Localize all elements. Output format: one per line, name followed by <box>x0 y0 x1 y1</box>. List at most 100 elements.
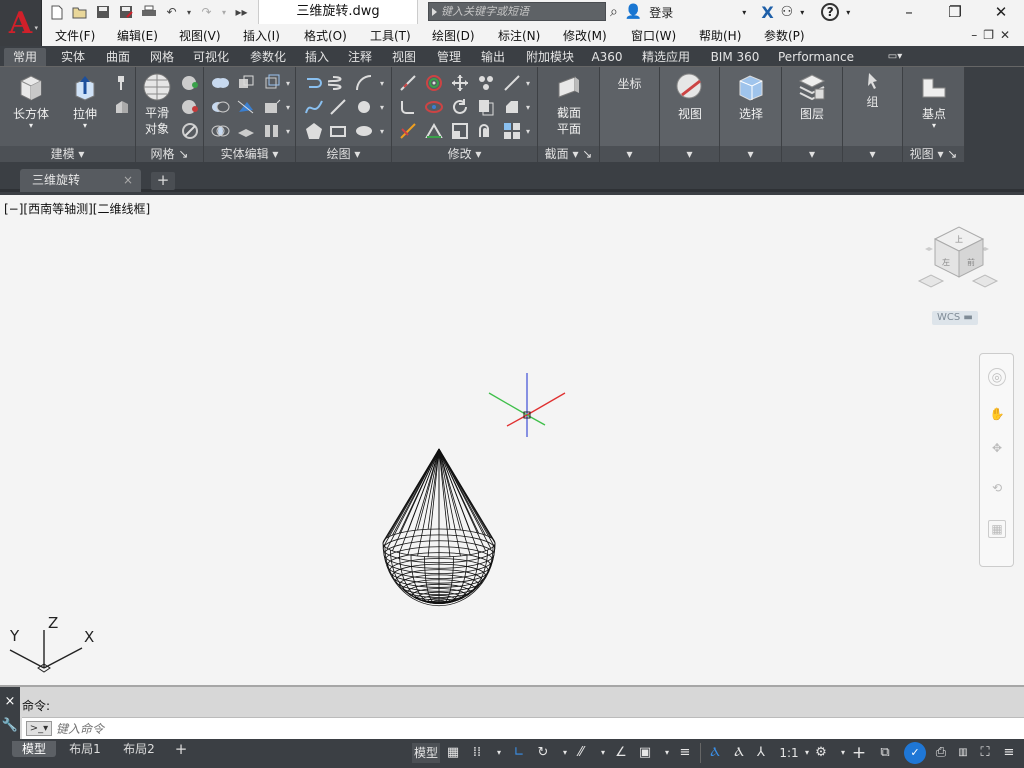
copy-icon[interactable] <box>476 97 496 117</box>
rotate-icon[interactable] <box>450 97 470 117</box>
intersect-icon[interactable] <box>210 121 230 141</box>
workspace-gear-icon[interactable]: ⚙ <box>812 743 830 763</box>
polysolid-icon[interactable] <box>112 97 132 117</box>
exchange-apps-icon[interactable]: X <box>761 3 773 22</box>
union-icon[interactable] <box>210 73 230 93</box>
snap-dropdown-icon[interactable]: ▾ <box>490 743 508 763</box>
wcs-menu[interactable]: WCS ▬ <box>932 311 978 325</box>
tab-visualize[interactable]: 可视化 <box>186 48 236 66</box>
panel-title-draw[interactable]: 绘图 ▾ <box>296 146 391 163</box>
auto-scale-icon[interactable]: Ⲁ <box>730 743 748 763</box>
new-icon[interactable] <box>46 3 67 21</box>
tab-home[interactable]: 常用 <box>4 48 46 66</box>
panel-title-mesh[interactable]: 网格 ↘ <box>136 146 203 163</box>
menu-format[interactable]: 格式(O) <box>304 27 347 44</box>
menu-dimension[interactable]: 标注(N) <box>498 27 540 44</box>
polar-tracking-icon[interactable]: ↻ <box>534 743 552 763</box>
close-window-button[interactable]: ✕ <box>978 0 1024 24</box>
tab-output[interactable]: 输出 <box>474 48 512 66</box>
menu-modify[interactable]: 修改(M) <box>563 27 607 44</box>
presspull-icon[interactable] <box>112 73 132 93</box>
menu-window[interactable]: 窗口(W) <box>631 27 676 44</box>
model-space-toggle[interactable]: 模型 <box>412 743 440 763</box>
spline-icon[interactable] <box>304 97 324 117</box>
tab-annotate[interactable]: 注释 <box>340 48 380 66</box>
tab-view[interactable]: 视图 <box>384 48 424 66</box>
a360-icon[interactable]: ⚇ <box>781 4 794 20</box>
zoom-icon[interactable]: ✥ <box>988 440 1006 458</box>
selection-button[interactable]: 选择 <box>728 71 774 122</box>
command-input[interactable] <box>56 720 456 737</box>
extrude-button[interactable]: 拉伸 ▾ <box>62 71 108 130</box>
more-icon[interactable]: ▸▸ <box>231 3 252 21</box>
command-prompt-icon[interactable]: >_▾ <box>26 721 52 736</box>
help-icon[interactable]: ? <box>821 3 840 21</box>
view-dropdown-icon[interactable]: ▾ <box>660 146 719 163</box>
command-line-handle[interactable]: × 🔧 <box>0 687 20 739</box>
groups-label[interactable]: 组 <box>843 93 902 110</box>
subtract-icon[interactable] <box>210 97 230 117</box>
layout-tab-model[interactable]: 模型 <box>12 741 56 757</box>
hardware-acceleration-icon[interactable]: ⎙ <box>932 743 950 763</box>
rectangle-icon[interactable] <box>328 121 348 141</box>
customization-icon[interactable]: ≡ <box>1000 743 1018 763</box>
sign-in-link[interactable]: 登录 <box>649 4 673 21</box>
binoculars-icon[interactable]: ⌕ <box>610 4 618 20</box>
interfere-icon[interactable] <box>236 73 256 93</box>
search-input[interactable]: 键入关键字或短语 <box>428 2 606 21</box>
isolate-objects-icon[interactable]: ✓ <box>904 742 926 764</box>
panel-title-modeling[interactable]: 建模 ▾ <box>0 146 135 163</box>
ellipse-icon[interactable] <box>354 121 374 141</box>
minimize-button[interactable]: – <box>886 0 932 24</box>
rectangular-array-icon[interactable] <box>502 121 522 141</box>
tab-manage[interactable]: 管理 <box>428 48 470 66</box>
tab-mesh[interactable]: 网格 <box>142 48 182 66</box>
panel-title-section[interactable]: 截面 ▾ ↘ <box>538 146 599 163</box>
isometric-dropdown-icon[interactable]: ▾ <box>594 743 612 763</box>
imprint-icon[interactable] <box>262 97 282 117</box>
coordinates-dropdown-icon[interactable]: ▾ <box>600 146 659 163</box>
menu-view[interactable]: 视图(V) <box>179 27 221 44</box>
redo-icon[interactable]: ↷ <box>196 3 217 21</box>
panel-title-solid-editing[interactable]: 实体编辑 ▾ <box>204 146 295 163</box>
menu-insert[interactable]: 插入(I) <box>243 27 280 44</box>
annotation-monitor-icon[interactable]: + <box>850 743 868 763</box>
orbit-icon[interactable]: ⟲ <box>988 480 1006 498</box>
clean-screen-icon[interactable]: ⛶ <box>976 743 994 763</box>
smooth-object-button[interactable]: 平滑 对象 <box>136 71 178 137</box>
a360-dropdown-icon[interactable]: ▾ <box>800 8 804 17</box>
array-icon[interactable] <box>476 73 496 93</box>
lineweight-icon[interactable]: ≡ <box>676 743 694 763</box>
annotation-scale-icon[interactable]: ⅄ <box>752 743 770 763</box>
save-as-icon[interactable] <box>115 3 136 21</box>
extract-edges-icon[interactable] <box>262 73 282 93</box>
helix-icon[interactable] <box>324 73 348 93</box>
tab-featured-apps[interactable]: 精选应用 <box>636 48 696 66</box>
undo-dropdown-icon[interactable]: ▾ <box>184 3 194 21</box>
object-snap-icon[interactable]: ▣ <box>636 743 654 763</box>
erase-icon[interactable] <box>502 73 522 93</box>
panel-title-modify[interactable]: 修改 ▾ <box>392 146 537 163</box>
3d-align-icon[interactable] <box>424 121 444 141</box>
tab-performance[interactable]: Performance <box>774 48 858 66</box>
add-layout-button[interactable]: + <box>170 741 192 757</box>
thicken-icon[interactable] <box>236 121 256 141</box>
scale-icon[interactable] <box>450 121 470 141</box>
selection-dropdown-icon[interactable]: ▾ <box>720 146 781 163</box>
section-plane-button[interactable]: 截面 平面 <box>546 71 592 137</box>
viewport-controls-label[interactable]: [−][西南等轴测][二维线框] <box>4 200 150 217</box>
3d-move-icon[interactable] <box>450 73 470 93</box>
help-dropdown-icon[interactable]: ▾ <box>846 8 850 17</box>
layout-tab-layout2[interactable]: 布局2 <box>114 741 164 757</box>
mesh-smooth-more-icon[interactable] <box>180 73 200 93</box>
drawing-viewport[interactable]: [−][西南等轴测][二维线框] 上 左 前 WCS ▬ ◎ ✋ ✥ ⟲ ▦ Z… <box>0 195 1024 685</box>
menu-draw[interactable]: 绘图(D) <box>432 27 475 44</box>
user-icon[interactable]: 👤 <box>625 4 642 20</box>
tab-parametric[interactable]: 参数化 <box>242 48 294 66</box>
pan-hand-icon[interactable]: ✋ <box>988 406 1006 424</box>
app-menu-button[interactable]: A ▾ <box>0 0 42 46</box>
3d-rotate-icon[interactable] <box>424 73 444 93</box>
tab-surface[interactable]: 曲面 <box>98 48 138 66</box>
trim-icon[interactable] <box>398 121 418 141</box>
groups-dropdown-icon[interactable]: ▾ <box>843 146 902 163</box>
